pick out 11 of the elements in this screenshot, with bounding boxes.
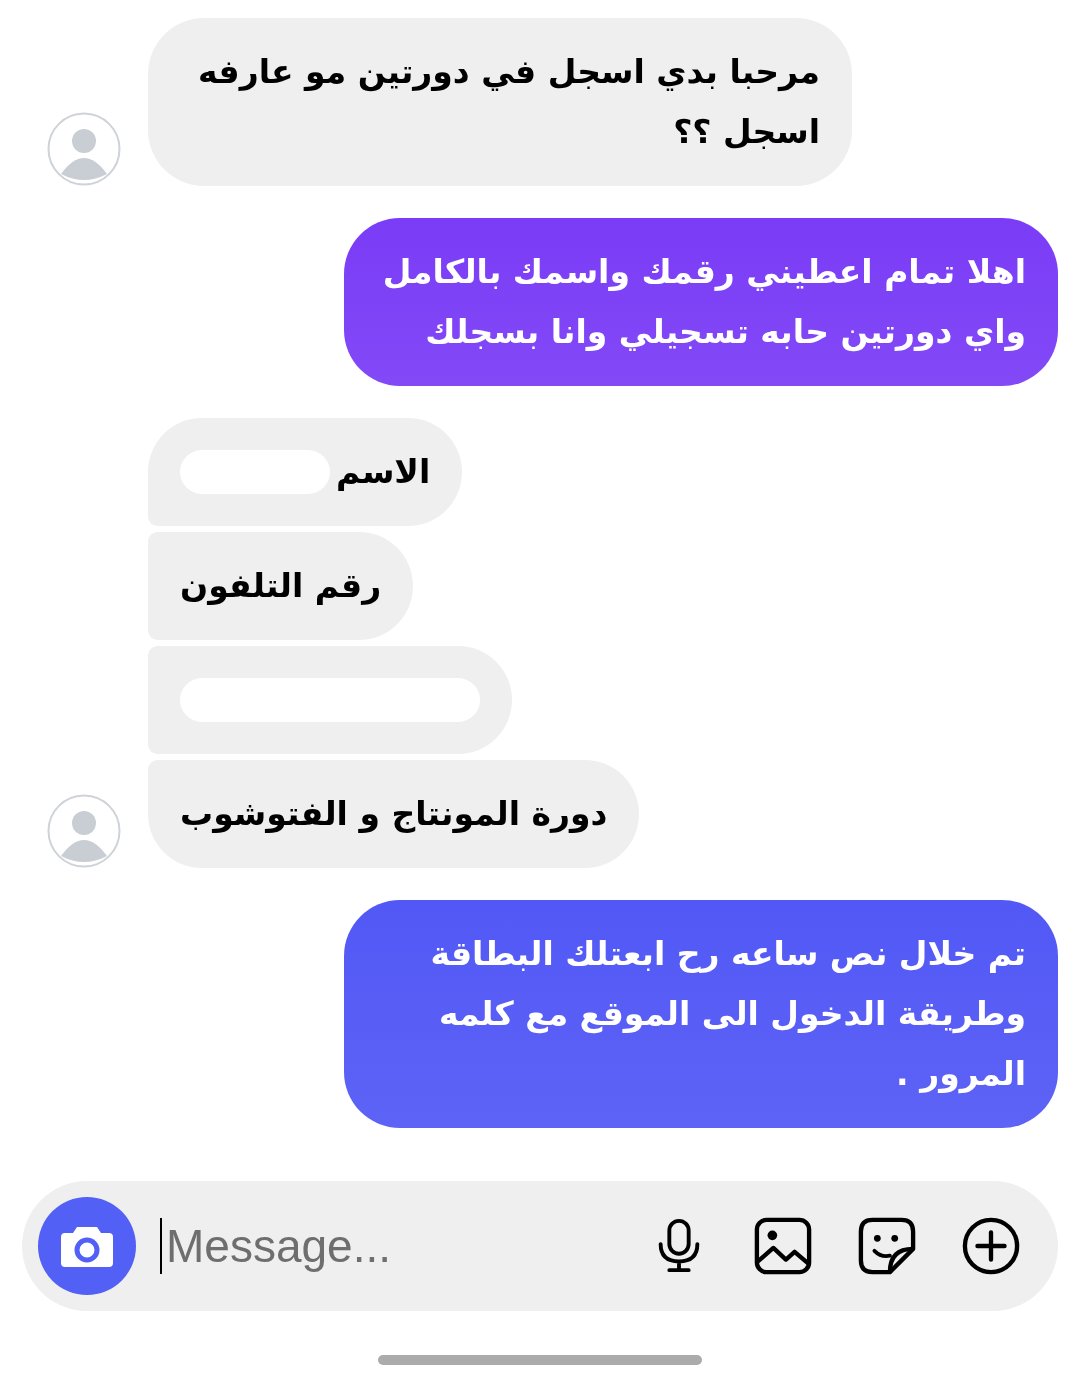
- message-text: مرحبا بدي اسجل في دورتين مو عارفه اسجل ؟؟: [197, 51, 820, 153]
- message-text: دورة المونتاج و الفتوشوب: [180, 793, 608, 835]
- message-text: الاسم: [336, 451, 431, 493]
- message-text: رقم التلفون: [180, 565, 382, 607]
- add-icon[interactable]: [962, 1217, 1020, 1275]
- message-text: اهلا تمام اعطيني رقمك واسمك بالكامل واي دورتين حابه تسجيلي وانا بسجلك: [381, 251, 1026, 354]
- image-icon[interactable]: [754, 1217, 812, 1275]
- sticker-icon[interactable]: [858, 1217, 916, 1275]
- message-text: تم خلال نص ساعه رح ابعتلك البطاقة وطريقة الدخول الى الموقع مع كلمه المرور .: [429, 933, 1026, 1096]
- camera-button[interactable]: [38, 1197, 136, 1295]
- message-input[interactable]: Message...: [164, 1218, 604, 1274]
